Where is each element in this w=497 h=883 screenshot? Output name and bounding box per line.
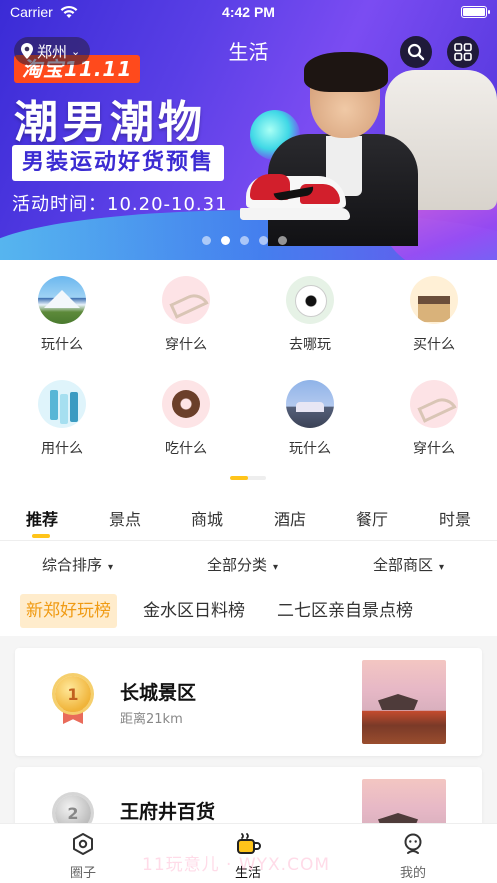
high-heels-icon	[410, 380, 458, 428]
promo-headline: 潮男潮物	[14, 97, 206, 148]
item-distance: 距离21km	[120, 712, 183, 727]
chevron-down-icon: ▾	[108, 562, 114, 573]
chevron-down-icon: ▾	[273, 562, 279, 573]
donut-icon	[162, 380, 210, 428]
soccer-ball-icon	[286, 276, 334, 324]
gold-medal-icon: 1	[55, 676, 91, 712]
nav-label: 我的	[399, 866, 426, 881]
search-icon	[407, 43, 425, 61]
chevron-down-icon: ▾	[439, 562, 445, 573]
status-bar: Carrier 4:42 PM	[0, 0, 497, 26]
active-tab-indicator	[32, 534, 50, 538]
mountain-icon	[38, 276, 86, 324]
category-page-indicator	[230, 476, 266, 480]
category-label: 玩什么	[289, 441, 331, 457]
category-label: 玩什么	[41, 337, 83, 353]
high-heels-icon	[162, 276, 210, 324]
category-label: 用什么	[41, 441, 83, 457]
grid-menu-icon	[454, 43, 472, 61]
carousel-dot[interactable]	[202, 236, 211, 245]
ranking-tags: 新郑好玩榜 金水区日料榜 二七区亲自景点榜	[0, 594, 497, 628]
item-title: 长城景区	[120, 682, 197, 704]
carousel-dots[interactable]	[202, 236, 287, 245]
filter-label: 综合排序	[42, 556, 103, 574]
nav-circle[interactable]: 圈子	[43, 832, 123, 881]
item-photo	[362, 660, 446, 744]
category-label: 穿什么	[413, 441, 455, 457]
category-item[interactable]: 去哪玩	[260, 276, 360, 354]
nav-label: 圈子	[69, 866, 96, 881]
category-item[interactable]: 玩什么	[12, 276, 112, 354]
list-item[interactable]: 1 长城景区 距离21km	[15, 648, 482, 756]
house-icon	[410, 276, 458, 324]
category-label: 吃什么	[165, 441, 207, 457]
ranking-list: 1 长城景区 距离21km 2 王府井百货	[0, 636, 497, 875]
category-item[interactable]: 用什么	[12, 380, 112, 458]
ranking-tag[interactable]: 金水区日料榜	[143, 594, 245, 628]
battery-icon	[461, 6, 490, 18]
filter-label: 全部商区	[373, 556, 434, 574]
category-item[interactable]: 穿什么	[384, 380, 484, 458]
watermark: 11玩意儿 · WYX.COM	[142, 855, 331, 875]
tab-scenic[interactable]: 景点	[95, 506, 155, 530]
search-button[interactable]	[400, 36, 432, 68]
carousel-dot[interactable]	[259, 236, 268, 245]
tab-mall[interactable]: 商城	[177, 506, 237, 530]
category-label: 买什么	[413, 337, 455, 353]
castle-icon	[286, 380, 334, 428]
tab-restaurant[interactable]: 餐厅	[342, 506, 402, 530]
tab-bar: 推荐 景点 商城 酒店 餐厅 时景	[0, 502, 497, 540]
profile-icon	[404, 833, 422, 854]
tab-seasonal[interactable]: 时景	[425, 506, 485, 530]
carousel-dot[interactable]	[278, 236, 287, 245]
divider	[0, 540, 497, 541]
filter-bar: 综合排序 ▾ 全部分类 ▾ 全部商区 ▾	[0, 548, 497, 580]
app-grid-button[interactable]	[447, 36, 479, 68]
promo-subheadline: 男装运动好货预售	[12, 145, 225, 181]
district-filter[interactable]: 全部商区 ▾	[373, 554, 444, 575]
item-title: 王府井百货	[120, 801, 216, 823]
sort-filter[interactable]: 综合排序 ▾	[42, 554, 113, 575]
category-label: 去哪玩	[289, 337, 331, 353]
category-filter[interactable]: 全部分类 ▾	[207, 554, 278, 575]
clock: 4:42 PM	[222, 4, 275, 20]
carousel-dot-active[interactable]	[221, 236, 230, 245]
category-item[interactable]: 吃什么	[136, 380, 236, 458]
ranking-tag[interactable]: 二七区亲自景点榜	[277, 594, 413, 628]
category-item[interactable]: 穿什么	[136, 276, 236, 354]
category-item[interactable]: 买什么	[384, 276, 484, 354]
filter-label: 全部分类	[207, 556, 268, 574]
tab-hotel[interactable]: 酒店	[260, 506, 320, 530]
ranking-tag-active[interactable]: 新郑好玩榜	[20, 594, 117, 628]
promo-date: 活动时间：10.20-10.31	[12, 194, 228, 215]
tab-recommend[interactable]: 推荐	[12, 506, 72, 530]
cosmetics-icon	[38, 380, 86, 428]
carousel-dot[interactable]	[240, 236, 249, 245]
nav-me[interactable]: 我的	[373, 832, 453, 881]
hexagon-icon	[73, 833, 93, 855]
sneaker-image	[240, 172, 350, 220]
category-item[interactable]: 玩什么	[260, 380, 360, 458]
category-label: 穿什么	[165, 337, 207, 353]
